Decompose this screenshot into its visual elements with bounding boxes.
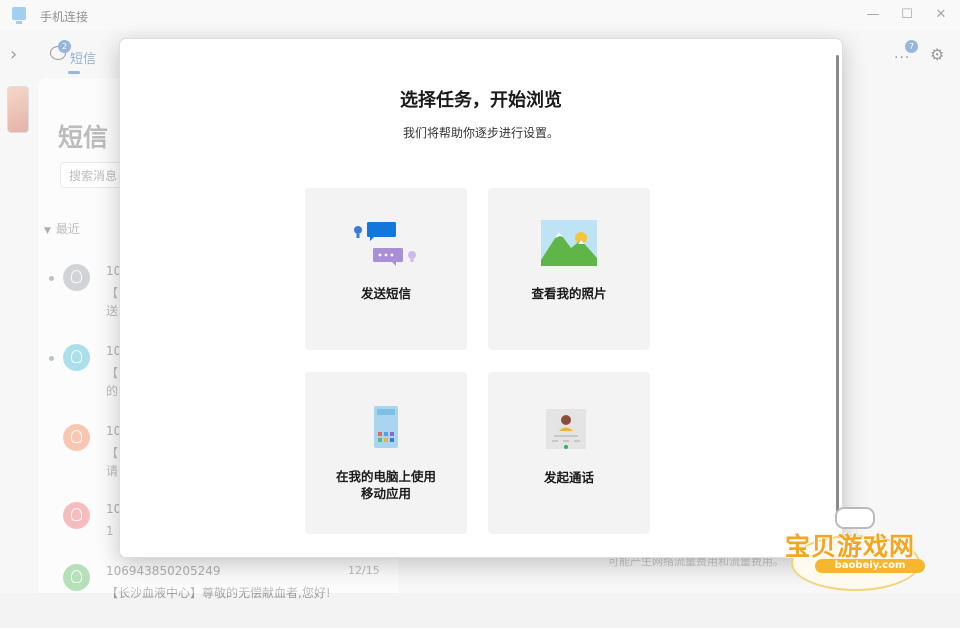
send-messages-card[interactable]: 发送短信 <box>305 188 467 350</box>
calls-icon <box>546 409 586 449</box>
task-picker-dialog: 选择任务，开始浏览 我们将帮助你逐步进行设置。 发送短信 查看我的照片 在我的电… <box>119 38 843 558</box>
card-label: 发送短信 <box>360 286 411 301</box>
messages-icon <box>354 222 416 266</box>
card-label: 发起通话 <box>543 470 594 485</box>
watermark-text: 宝贝游戏网 <box>785 532 916 561</box>
photos-icon <box>541 220 597 266</box>
make-call-card[interactable]: 发起通话 <box>488 372 650 534</box>
dialog-scrollbar[interactable] <box>836 55 839 525</box>
dialog-title: 选择任务，开始浏览 <box>400 90 562 111</box>
card-label-text: 在我的电脑上使用 移动应用 <box>335 469 436 501</box>
watermark-url: baobeiy.com <box>815 559 925 573</box>
card-label: 在我的电脑上使用 移动应用 <box>305 468 467 502</box>
watermark: 宝贝游戏网 baobeiy.com <box>785 505 960 593</box>
apps-icon <box>374 406 398 448</box>
use-apps-card[interactable]: 在我的电脑上使用 移动应用 <box>305 372 467 534</box>
gamepad-icon <box>835 507 875 529</box>
view-photos-card[interactable]: 查看我的照片 <box>488 188 650 350</box>
card-label: 查看我的照片 <box>531 286 607 301</box>
dialog-subtitle: 我们将帮助你逐步进行设置。 <box>402 126 559 140</box>
